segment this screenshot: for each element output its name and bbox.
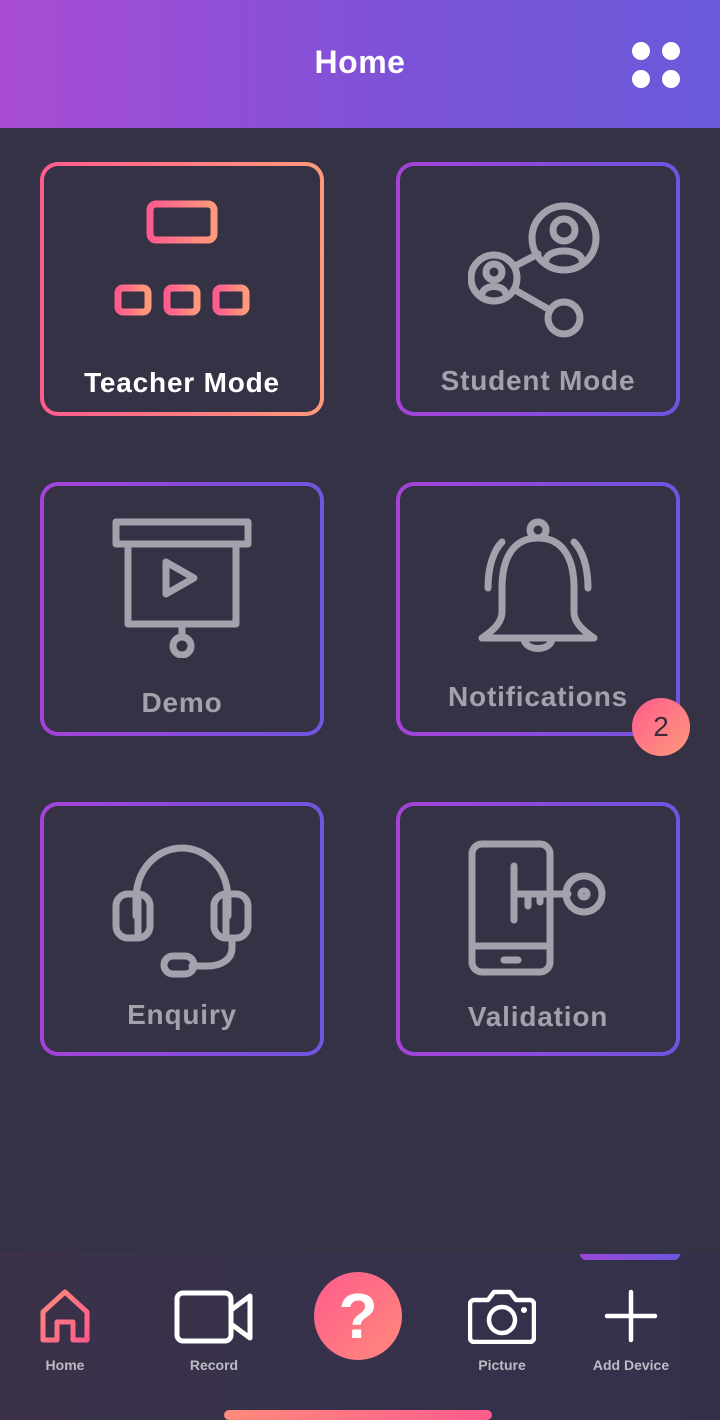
home-indicator-bar — [224, 1410, 492, 1420]
grid-dots-icon[interactable] — [628, 38, 684, 94]
enquiry-tile[interactable]: Enquiry — [40, 802, 324, 1056]
tab-record[interactable]: Record — [149, 1270, 279, 1390]
video-camera-icon — [149, 1290, 279, 1344]
presentation-play-icon — [44, 518, 320, 658]
student-mode-tile[interactable]: Student Mode — [396, 162, 680, 416]
validation-tile[interactable]: Validation — [396, 802, 680, 1056]
tile-label: Notifications — [448, 681, 628, 712]
tab-home[interactable]: Home — [0, 1270, 130, 1390]
page-title: Home — [314, 44, 406, 80]
tab-label: Add Device — [592, 1357, 670, 1373]
help-icon: ? — [338, 1280, 378, 1352]
tile-label: Teacher Mode — [84, 367, 280, 398]
users-share-icon — [400, 202, 676, 342]
headset-icon — [44, 840, 320, 980]
notification-count-badge: 2 — [632, 698, 690, 756]
teacher-mode-tile[interactable]: Teacher Mode — [40, 162, 324, 416]
bell-icon — [400, 518, 676, 658]
home-icon — [0, 1288, 130, 1346]
plus-icon — [566, 1288, 696, 1344]
camera-icon — [437, 1288, 567, 1344]
tab-add-device[interactable]: Add Device — [566, 1270, 696, 1390]
tab-active-indicator — [580, 1254, 680, 1260]
phone-key-icon — [400, 840, 676, 980]
tab-label: Record — [189, 1357, 239, 1373]
tile-label: Demo — [141, 687, 223, 718]
tile-label: Validation — [467, 1001, 609, 1032]
tab-picture[interactable]: Picture — [437, 1270, 567, 1390]
top-app-bar: Home — [0, 0, 720, 128]
demo-tile[interactable]: Demo — [40, 482, 324, 736]
network-hierarchy-icon — [44, 200, 320, 340]
tab-label: Picture — [478, 1357, 526, 1373]
help-button[interactable]: ? — [314, 1272, 402, 1360]
tab-label: Home — [45, 1357, 85, 1373]
notifications-tile[interactable]: Notifications — [396, 482, 680, 736]
tile-label: Enquiry — [127, 999, 237, 1030]
tile-label: Student Mode — [440, 365, 636, 396]
